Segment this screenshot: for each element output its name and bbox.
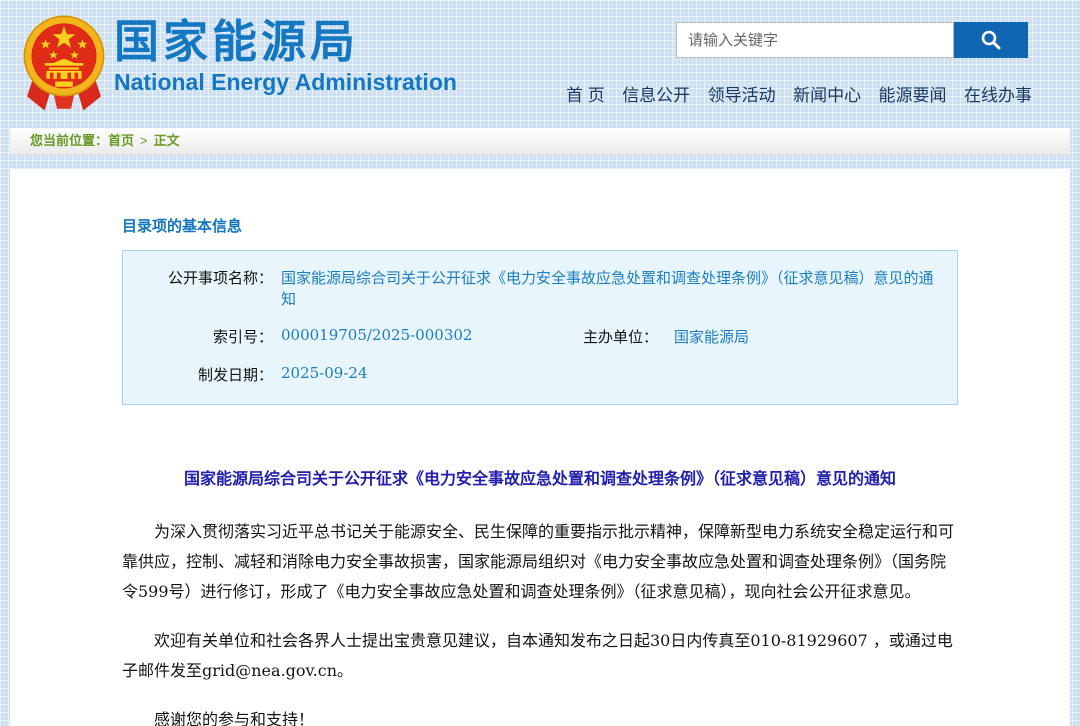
index-number-value: 000019705/2025-000302 bbox=[281, 326, 473, 344]
search-bar bbox=[676, 22, 1028, 58]
info-row-name: 公开事项名称： 国家能源局综合司关于公开征求《电力安全事故应急处置和调查处理条例… bbox=[123, 267, 947, 309]
search-icon bbox=[981, 30, 1001, 50]
info-row-date: 制发日期： 2025-09-24 bbox=[123, 364, 947, 385]
nav-item-leadership[interactable]: 领导活动 bbox=[708, 81, 776, 106]
nav-item-news-center[interactable]: 新闻中心 bbox=[793, 81, 861, 106]
main-content: 目录项的基本信息 公开事项名称： 国家能源局综合司关于公开征求《电力安全事故应急… bbox=[10, 169, 1070, 726]
search-input[interactable] bbox=[676, 22, 954, 58]
catalog-info-heading: 目录项的基本信息 bbox=[122, 218, 243, 235]
article-body: 为深入贯彻落实习近平总书记关于能源安全、民生保障的重要指示批示精神，保障新型电力… bbox=[122, 517, 958, 726]
public-item-name-label: 公开事项名称： bbox=[167, 269, 273, 287]
main-nav: 首 页 信息公开 领导活动 新闻中心 能源要闻 在线办事 bbox=[566, 81, 1032, 106]
article-paragraph: 欢迎有关单位和社会各界人士提出宝贵意见建议，自本通知发布之日起30日内传真至01… bbox=[122, 631, 953, 680]
nav-item-online-services[interactable]: 在线办事 bbox=[964, 81, 1032, 106]
article-paragraph: 感谢您的参与和支持！ bbox=[154, 710, 315, 726]
breadcrumb: 您当前位置：首页 > 正文 bbox=[10, 128, 1070, 155]
article-title: 国家能源局综合司关于公开征求《电力安全事故应急处置和调查处理条例》（征求意见稿）… bbox=[183, 469, 896, 488]
nav-item-info-disclosure[interactable]: 信息公开 bbox=[622, 81, 690, 106]
issue-date-label: 制发日期： bbox=[197, 366, 273, 384]
host-org-value[interactable]: 国家能源局 bbox=[674, 326, 749, 347]
national-emblem-logo bbox=[23, 15, 105, 111]
article-paragraph: 为深入贯彻落实习近平总书记关于能源安全、民生保障的重要指示批示精神，保障新型电力… bbox=[122, 522, 955, 601]
breadcrumb-separator: > bbox=[140, 133, 148, 148]
site-subtitle: National Energy Administration bbox=[114, 68, 457, 95]
nav-item-energy-highlights[interactable]: 能源要闻 bbox=[879, 81, 947, 106]
site-header: 国家能源局 National Energy Administration 首 页… bbox=[0, 0, 1080, 128]
index-number-label: 索引号： bbox=[212, 328, 273, 346]
breadcrumb-home-link[interactable]: 首页 bbox=[108, 133, 134, 148]
site-brand: 国家能源局 National Energy Administration bbox=[114, 16, 457, 96]
nav-item-home[interactable]: 首 页 bbox=[566, 81, 605, 106]
catalog-info-box: 公开事项名称： 国家能源局综合司关于公开征求《电力安全事故应急处置和调查处理条例… bbox=[122, 250, 958, 405]
issue-date-value: 2025-09-24 bbox=[281, 364, 368, 382]
info-row-index-org: 索引号： 000019705/2025-000302 主办单位： 国家能源局 bbox=[123, 326, 947, 347]
breadcrumb-prefix: 您当前位置： bbox=[30, 133, 109, 148]
breadcrumb-current: 正文 bbox=[153, 133, 180, 148]
public-item-name-value[interactable]: 国家能源局综合司关于公开征求《电力安全事故应急处置和调查处理条例》（征求意见稿）… bbox=[281, 267, 947, 309]
site-title: 国家能源局 bbox=[114, 16, 360, 67]
host-org-label: 主办单位： bbox=[582, 328, 658, 346]
search-button[interactable] bbox=[954, 22, 1028, 58]
